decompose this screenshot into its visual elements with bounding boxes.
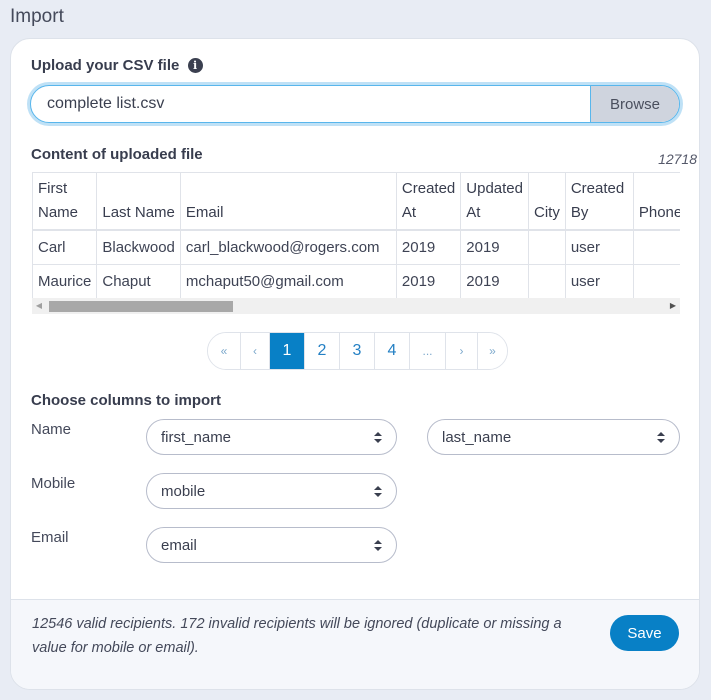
scroll-left-arrow-icon[interactable]: ◀ bbox=[32, 298, 46, 314]
card-footer: 12546 valid recipients. 172 invalid reci… bbox=[11, 599, 699, 689]
first-name-select-value: first_name bbox=[161, 428, 232, 446]
table-cell: user bbox=[564, 263, 634, 299]
page-button-3[interactable]: 3 bbox=[339, 333, 374, 369]
table-cell bbox=[632, 263, 680, 299]
prev-page-button[interactable]: ‹ bbox=[240, 333, 269, 369]
row-count: 12718 bbox=[658, 151, 697, 167]
content-label: Content of uploaded file bbox=[31, 146, 203, 163]
table-row: Maurice Chaput mchaput50@gmail.com 2019 … bbox=[32, 263, 680, 299]
choose-columns-label: Choose columns to import bbox=[31, 392, 222, 409]
mobile-select[interactable]: mobile bbox=[146, 473, 397, 509]
page-button-4[interactable]: 4 bbox=[374, 333, 409, 369]
page-title: Import bbox=[10, 6, 64, 27]
file-input[interactable] bbox=[31, 86, 590, 122]
import-card: Upload your CSV file i Browse Content of… bbox=[10, 38, 700, 690]
table-cell: 2019 bbox=[395, 263, 462, 299]
pagination-ellipsis: ... bbox=[409, 333, 445, 369]
select-arrows-icon bbox=[374, 431, 382, 443]
select-arrows-icon bbox=[374, 485, 382, 497]
upload-label-text: Upload your CSV file bbox=[31, 57, 180, 74]
table-cell bbox=[528, 263, 566, 299]
table-cell: 2019 bbox=[395, 229, 462, 265]
table-cell bbox=[632, 229, 680, 265]
mobile-field-label: Mobile bbox=[31, 475, 76, 492]
page-button-1[interactable]: 1 bbox=[269, 333, 304, 369]
last-name-select[interactable]: last_name bbox=[427, 419, 680, 455]
column-header: City bbox=[528, 172, 566, 231]
horizontal-scrollbar[interactable]: ◀ ▶ bbox=[32, 298, 680, 314]
scroll-thumb[interactable] bbox=[49, 301, 233, 312]
column-header: Created By bbox=[564, 172, 634, 231]
table-header-row: First Name Last Name Email Created At Upda… bbox=[32, 172, 680, 231]
preview-table-container[interactable]: First Name Last Name Email Created At Upda… bbox=[32, 172, 680, 299]
page-button-2[interactable]: 2 bbox=[304, 333, 339, 369]
name-field-label: Name bbox=[31, 421, 72, 438]
table-cell: Chaput bbox=[96, 263, 181, 299]
first-page-button[interactable]: « bbox=[208, 333, 240, 369]
column-header: Phone bbox=[632, 172, 680, 231]
email-select[interactable]: email bbox=[146, 527, 397, 563]
pagination: « ‹ 1 2 3 4 ... › » bbox=[207, 332, 508, 370]
table-cell: 2019 bbox=[460, 229, 529, 265]
select-arrows-icon bbox=[657, 431, 665, 443]
next-page-button[interactable]: › bbox=[445, 333, 477, 369]
info-circle-icon[interactable]: i bbox=[187, 58, 203, 73]
upload-label: Upload your CSV file i bbox=[31, 57, 203, 74]
file-upload-group: Browse bbox=[30, 85, 680, 123]
table-cell: Maurice bbox=[32, 263, 98, 299]
column-header: Email bbox=[179, 172, 397, 231]
table-cell: carl_blackwood@rogers.com bbox=[179, 229, 397, 265]
table-cell bbox=[528, 229, 566, 265]
column-header: First Name bbox=[32, 172, 98, 231]
table-cell: Blackwood bbox=[96, 229, 181, 265]
column-header: Updated At bbox=[460, 172, 529, 231]
table-cell: mchaput50@gmail.com bbox=[179, 263, 397, 299]
email-select-value: email bbox=[161, 536, 197, 554]
preview-table: First Name Last Name Email Created At Upda… bbox=[32, 172, 680, 299]
first-name-select[interactable]: first_name bbox=[146, 419, 397, 455]
email-field-label: Email bbox=[31, 529, 69, 546]
column-header: Created At bbox=[395, 172, 462, 231]
browse-button[interactable]: Browse bbox=[590, 86, 679, 122]
last-page-button[interactable]: » bbox=[477, 333, 507, 369]
table-cell: 2019 bbox=[460, 263, 529, 299]
table-cell: user bbox=[564, 229, 634, 265]
last-name-select-value: last_name bbox=[442, 428, 512, 446]
validation-summary: 12546 valid recipients. 172 invalid reci… bbox=[32, 616, 562, 656]
table-cell: Carl bbox=[32, 229, 98, 265]
mobile-select-value: mobile bbox=[161, 482, 206, 500]
save-button[interactable]: Save bbox=[610, 615, 679, 651]
table-row: Carl Blackwood carl_blackwood@rogers.com… bbox=[32, 229, 680, 265]
scroll-right-arrow-icon[interactable]: ▶ bbox=[666, 298, 680, 314]
select-arrows-icon bbox=[374, 539, 382, 551]
column-header: Last Name bbox=[96, 172, 181, 231]
